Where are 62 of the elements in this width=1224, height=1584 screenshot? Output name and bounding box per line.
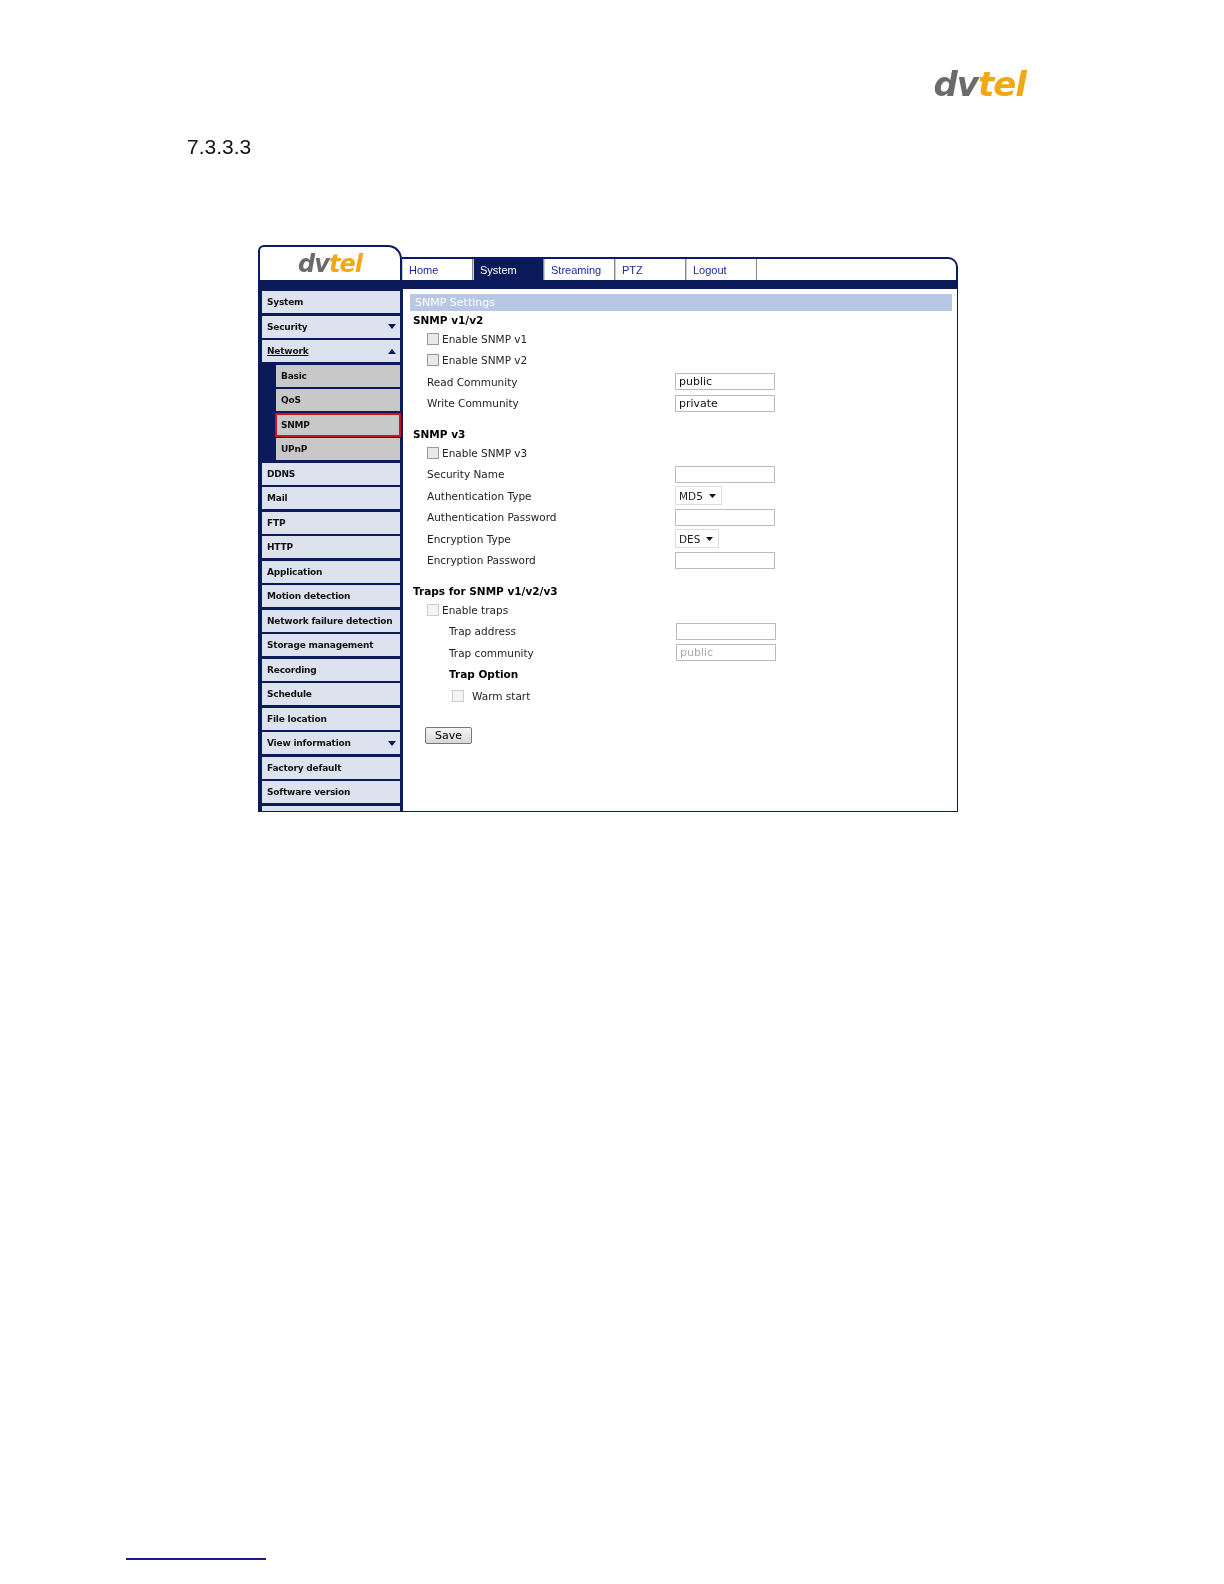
tab[interactable]: System	[473, 259, 544, 280]
menu-item[interactable]: Mail	[262, 487, 400, 509]
menu-item[interactable]: View information	[262, 732, 400, 754]
section-heading: Traps for SNMP v1/v2/v3	[413, 585, 558, 597]
field-label: Read Community	[427, 375, 519, 388]
input-field[interactable]	[676, 622, 776, 640]
tab[interactable]: Logout	[686, 259, 757, 280]
checkbox[interactable]	[427, 332, 439, 345]
field-label: Authentication Password	[427, 511, 558, 524]
menu-item[interactable]: Security	[262, 315, 400, 338]
tab[interactable]: PTZ	[615, 259, 686, 280]
checkbox-label: Warm start	[472, 689, 531, 702]
menu-item[interactable]: Software version	[262, 781, 400, 803]
field-label: Trap address	[449, 625, 517, 638]
menu-item[interactable]: Network	[262, 340, 400, 362]
submenu-item[interactable]: SNMP	[276, 413, 400, 436]
menu-item[interactable]: Recording	[262, 658, 400, 681]
caret-icon	[706, 536, 714, 541]
menu-item[interactable]: Storage management	[262, 634, 400, 656]
field-label: Trap community	[449, 646, 535, 659]
menu-item[interactable]: System	[262, 291, 400, 313]
checkbox-label: Enable traps	[442, 603, 509, 616]
section-heading: SNMP v3	[413, 428, 466, 440]
menu-item[interactable]: FTP	[262, 511, 400, 534]
input-field[interactable]: public	[675, 373, 775, 391]
checkbox-label: Enable SNMP v1	[442, 332, 528, 345]
checkbox[interactable]	[427, 354, 439, 367]
menu-item[interactable]: Schedule	[262, 683, 400, 705]
section-number: 7.3.3.3	[187, 135, 252, 159]
menu-item[interactable]: Application	[262, 560, 400, 583]
submenu-item[interactable]: Basic	[276, 364, 400, 387]
dropdown[interactable]: DES	[675, 529, 720, 549]
menu-item[interactable]: DDNS	[262, 462, 400, 485]
panel-title: SNMP Settings	[410, 294, 952, 311]
field-label: Authentication Type	[427, 489, 533, 502]
submenu-item[interactable]: QoS	[276, 389, 400, 411]
input-field[interactable]	[675, 508, 775, 526]
logo: dvtel	[933, 64, 1026, 105]
field-label: Encryption Password	[427, 554, 537, 567]
save-button[interactable]: Save	[425, 726, 472, 744]
menu-item[interactable]: Motion detection	[262, 585, 400, 607]
input-field[interactable]: private	[675, 394, 775, 412]
submenu-item[interactable]: UPnP	[276, 438, 400, 460]
menu-item[interactable]: Network failure detection	[262, 609, 400, 632]
checkbox[interactable]	[427, 446, 439, 459]
tab[interactable]: Home	[402, 259, 473, 280]
field-label: Encryption Type	[427, 532, 512, 545]
logo: dvtel	[258, 245, 402, 280]
field-label: Security Name	[427, 468, 506, 481]
menu-item[interactable]: Factory default	[262, 756, 400, 779]
section-heading: SNMP v1/v2	[413, 314, 484, 326]
checkbox-label: Enable SNMP v3	[442, 446, 528, 459]
tab[interactable]: Streaming	[544, 259, 615, 280]
checkbox-label: Enable SNMP v2	[442, 354, 528, 367]
input-field[interactable]	[675, 551, 775, 569]
menu-item[interactable]: File location	[262, 707, 400, 730]
dropdown[interactable]: MD5	[675, 486, 722, 506]
input-field[interactable]	[675, 465, 775, 483]
caret-icon	[708, 493, 716, 498]
field-label: Write Community	[427, 397, 520, 410]
menu-item[interactable]: HTTP	[262, 536, 400, 558]
subheading: Trap Option	[449, 668, 519, 681]
